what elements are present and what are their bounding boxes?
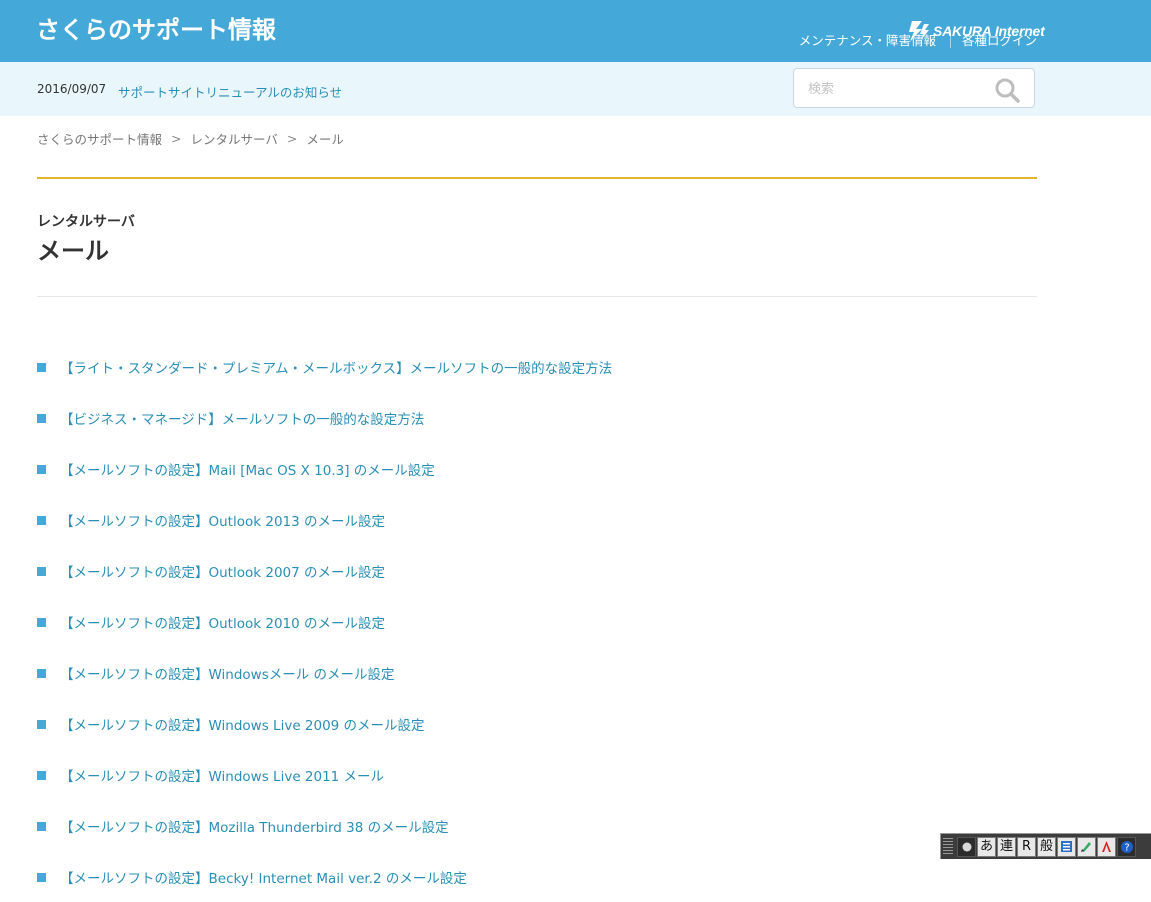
list-item: 【メールソフトの設定】Outlook 2007 のメール設定 bbox=[37, 545, 612, 596]
square-bullet-icon bbox=[37, 771, 46, 780]
article-link[interactable]: 【メールソフトの設定】Outlook 2007 のメール設定 bbox=[60, 561, 385, 581]
square-bullet-icon bbox=[37, 822, 46, 831]
article-link[interactable]: 【メールソフトの設定】Windows Live 2011 メール bbox=[60, 765, 384, 785]
list-item: 【ライト・スタンダード・プレミアム・メールボックス】メールソフトの一般的な設定方… bbox=[37, 341, 612, 392]
help-icon[interactable]: ? bbox=[1117, 836, 1136, 857]
page-title: メール bbox=[37, 237, 109, 265]
article-link[interactable]: 【メールソフトの設定】Mail [Mac OS X 10.3] のメール設定 bbox=[60, 459, 435, 479]
ime-input-mode-button[interactable]: あ bbox=[977, 836, 996, 857]
search-input[interactable] bbox=[806, 78, 990, 100]
breadcrumb: さくらのサポート情報 > レンタルサーバ > メール bbox=[37, 129, 344, 148]
list-item: 【メールソフトの設定】Mail [Mac OS X 10.3] のメール設定 bbox=[37, 443, 612, 494]
search-icon bbox=[995, 78, 1020, 103]
list-item: 【メールソフトの設定】Windowsメール のメール設定 bbox=[37, 647, 612, 698]
square-bullet-icon bbox=[37, 669, 46, 678]
sakura-internet-logo[interactable]: SAKURA Internet bbox=[908, 18, 1045, 44]
sakura-logo-icon bbox=[909, 21, 929, 41]
breadcrumb-rental-server[interactable]: レンタルサーバ bbox=[191, 129, 278, 148]
square-bullet-icon bbox=[37, 363, 46, 372]
square-bullet-icon bbox=[37, 516, 46, 525]
article-list: 【ライト・スタンダード・プレミアム・メールボックス】メールソフトの一般的な設定方… bbox=[37, 341, 612, 902]
ime-roman-button[interactable]: R bbox=[1017, 836, 1036, 857]
ime-dictionary-button[interactable]: 般 bbox=[1037, 836, 1056, 857]
article-link[interactable]: 【ビジネス・マネージド】メールソフトの一般的な設定方法 bbox=[60, 408, 424, 428]
svg-text:?: ? bbox=[1124, 842, 1129, 853]
square-bullet-icon bbox=[37, 873, 46, 882]
square-bullet-icon bbox=[37, 465, 46, 474]
notice-bar: 2016/09/07 サポートサイトリニューアルのお知らせ bbox=[0, 62, 1151, 116]
article-link[interactable]: 【メールソフトの設定】Mozilla Thunderbird 38 のメール設定 bbox=[60, 816, 449, 836]
search-box bbox=[793, 68, 1035, 108]
logo-text: SAKURA Internet bbox=[933, 23, 1045, 39]
list-item: 【メールソフトの設定】Windows Live 2011 メール bbox=[37, 749, 612, 800]
page-category: レンタルサーバ bbox=[37, 214, 135, 230]
article-link[interactable]: 【メールソフトの設定】Outlook 2010 のメール設定 bbox=[60, 612, 385, 632]
breadcrumb-separator: > bbox=[286, 131, 298, 146]
square-bullet-icon bbox=[37, 618, 46, 627]
list-item: 【ビジネス・マネージド】メールソフトの一般的な設定方法 bbox=[37, 392, 612, 443]
list-item: 【メールソフトの設定】Windows Live 2009 のメール設定 bbox=[37, 698, 612, 749]
list-item: 【メールソフトの設定】Becky! Internet Mail ver.2 のメ… bbox=[37, 851, 612, 902]
list-item: 【メールソフトの設定】Mozilla Thunderbird 38 のメール設定 bbox=[37, 800, 612, 851]
toolbar-grip-icon[interactable] bbox=[943, 837, 953, 856]
notice-date: 2016/09/07 bbox=[37, 82, 107, 96]
ime-mode-icon[interactable] bbox=[957, 836, 976, 857]
square-bullet-icon bbox=[37, 567, 46, 576]
site-header: さくらのサポート情報 メンテナンス・障害情報 各種ログイン SAKURA Int… bbox=[0, 0, 1151, 62]
ime-pad-icon[interactable] bbox=[1057, 836, 1076, 857]
ime-conversion-button[interactable]: 連 bbox=[997, 836, 1016, 857]
square-bullet-icon bbox=[37, 720, 46, 729]
breadcrumb-home[interactable]: さくらのサポート情報 bbox=[37, 129, 162, 148]
list-item: 【メールソフトの設定】Outlook 2013 のメール設定 bbox=[37, 494, 612, 545]
ime-font-icon[interactable] bbox=[1097, 836, 1116, 857]
square-bullet-icon bbox=[37, 414, 46, 423]
article-link[interactable]: 【メールソフトの設定】Becky! Internet Mail ver.2 のメ… bbox=[60, 867, 467, 887]
search-button[interactable] bbox=[994, 77, 1020, 103]
notice-link[interactable]: サポートサイトリニューアルのお知らせ bbox=[118, 82, 342, 101]
breadcrumb-mail[interactable]: メール bbox=[306, 129, 344, 148]
breadcrumb-separator: > bbox=[171, 131, 182, 146]
article-link[interactable]: 【ライト・スタンダード・プレミアム・メールボックス】メールソフトの一般的な設定方… bbox=[60, 357, 612, 377]
list-item: 【メールソフトの設定】Outlook 2010 のメール設定 bbox=[37, 596, 612, 647]
article-link[interactable]: 【メールソフトの設定】Windowsメール のメール設定 bbox=[60, 663, 395, 683]
ime-toolbar: あ 連 R 般 ? bbox=[940, 833, 1151, 859]
site-title-link[interactable]: さくらのサポート情報 bbox=[36, 10, 276, 45]
article-link[interactable]: 【メールソフトの設定】Windows Live 2009 のメール設定 bbox=[60, 714, 425, 734]
ime-handwriting-icon[interactable] bbox=[1077, 836, 1096, 857]
article-link[interactable]: 【メールソフトの設定】Outlook 2013 のメール設定 bbox=[60, 510, 385, 530]
title-divider bbox=[37, 296, 1037, 297]
section-divider bbox=[37, 177, 1037, 179]
